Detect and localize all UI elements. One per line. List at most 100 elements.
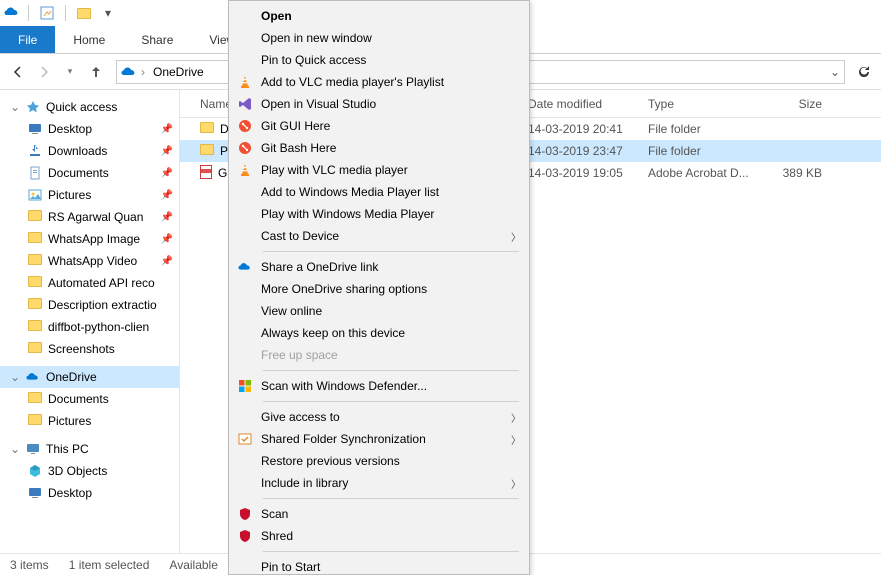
column-type[interactable]: Type — [640, 97, 760, 111]
tree-item[interactable]: diffbot-python-clien — [0, 316, 179, 338]
tree-item-label: diffbot-python-clien — [48, 320, 179, 334]
blank-icon — [235, 228, 255, 244]
context-menu-item[interactable]: Shared Folder Synchronization 〉 — [229, 428, 529, 450]
context-menu-label: Open in new window — [261, 31, 521, 45]
tree-this-pc[interactable]: ⌄ This PC — [0, 438, 179, 460]
tree-item[interactable]: Desktop — [0, 482, 179, 504]
tree-item-label: 3D Objects — [48, 464, 179, 478]
file-type: File folder — [640, 122, 760, 136]
context-menu-item[interactable]: Add to Windows Media Player list — [229, 181, 529, 203]
address-dropdown-icon[interactable]: ⌄ — [830, 65, 840, 79]
context-menu-label: Give access to — [261, 410, 511, 424]
file-type: File folder — [640, 144, 760, 158]
context-menu-item[interactable]: Share a OneDrive link — [229, 256, 529, 278]
tree-item-label: Pictures — [48, 188, 155, 202]
folder-icon — [28, 298, 42, 312]
documents-icon — [28, 166, 42, 180]
tree-item[interactable]: Documents — [0, 388, 179, 410]
context-menu-item[interactable]: Always keep on this device — [229, 322, 529, 344]
blank-icon — [235, 303, 255, 319]
tree-item[interactable]: WhatsApp Video 📌 — [0, 250, 179, 272]
tree-item[interactable]: Description extractio — [0, 294, 179, 316]
git-icon — [235, 140, 255, 156]
context-menu-item[interactable]: Git Bash Here — [229, 137, 529, 159]
vlc-icon — [235, 74, 255, 90]
tree-quick-access[interactable]: ⌄ Quick access — [0, 96, 179, 118]
tab-home[interactable]: Home — [55, 26, 123, 53]
breadcrumb-location[interactable]: OneDrive — [149, 65, 208, 79]
context-menu-item[interactable]: Pin to Start — [229, 556, 529, 575]
context-menu-item[interactable]: Play with Windows Media Player — [229, 203, 529, 225]
tree-item[interactable]: WhatsApp Image 📌 — [0, 228, 179, 250]
tree-onedrive[interactable]: ⌄ OneDrive — [0, 366, 179, 388]
context-menu-item[interactable]: Give access to 〉 — [229, 406, 529, 428]
refresh-button[interactable] — [853, 61, 875, 83]
context-menu-item[interactable]: View online — [229, 300, 529, 322]
tree-item[interactable]: Screenshots — [0, 338, 179, 360]
tree-item[interactable]: RS Agarwal Quan 📌 — [0, 206, 179, 228]
folder-icon — [200, 122, 214, 136]
context-menu-separator — [263, 370, 519, 371]
context-menu-label: Play with Windows Media Player — [261, 207, 521, 221]
downloads-icon — [28, 144, 42, 158]
context-menu-item[interactable]: Cast to Device 〉 — [229, 225, 529, 247]
context-menu-item[interactable]: Scan — [229, 503, 529, 525]
blank-icon — [235, 409, 255, 425]
defender-icon — [235, 378, 255, 394]
tree-item[interactable]: Automated API reco — [0, 272, 179, 294]
context-menu-item[interactable]: Restore previous versions — [229, 450, 529, 472]
expand-icon[interactable]: ⌄ — [10, 442, 20, 456]
context-menu-item[interactable]: Include in library 〉 — [229, 472, 529, 494]
chevron-right-icon: 〉 — [511, 432, 521, 447]
context-menu-item[interactable]: Shred — [229, 525, 529, 547]
context-menu-item[interactable]: Add to VLC media player's Playlist — [229, 71, 529, 93]
tree-item[interactable]: Downloads 📌 — [0, 140, 179, 162]
blank-icon — [235, 30, 255, 46]
tree-item-label: Description extractio — [48, 298, 179, 312]
context-menu-item[interactable]: Open in new window — [229, 27, 529, 49]
context-menu-item[interactable]: More OneDrive sharing options — [229, 278, 529, 300]
tab-share[interactable]: Share — [123, 26, 191, 53]
tree-item-label: Desktop — [48, 122, 155, 136]
context-menu-item[interactable]: Scan with Windows Defender... — [229, 375, 529, 397]
qat-newfolder-icon[interactable] — [74, 3, 94, 23]
column-size[interactable]: Size — [760, 97, 830, 111]
tree-item-label: WhatsApp Image — [48, 232, 155, 246]
expand-icon[interactable]: ⌄ — [10, 370, 20, 384]
context-menu-item[interactable]: Play with VLC media player — [229, 159, 529, 181]
context-menu-label: Git Bash Here — [261, 141, 521, 155]
tree-item[interactable]: Desktop 📌 — [0, 118, 179, 140]
tree-item[interactable]: Pictures — [0, 410, 179, 432]
tab-file[interactable]: File — [0, 26, 55, 53]
onedrive-icon — [26, 370, 40, 384]
tree-item[interactable]: Documents 📌 — [0, 162, 179, 184]
file-name: G — [218, 166, 227, 180]
nav-forward-button[interactable] — [32, 60, 56, 84]
tree-item-label: Automated API reco — [48, 276, 179, 290]
qat-properties-icon[interactable] — [37, 3, 57, 23]
column-date[interactable]: Date modified — [520, 97, 640, 111]
context-menu-item[interactable]: Git GUI Here — [229, 115, 529, 137]
folder-icon — [28, 276, 42, 290]
expand-icon[interactable]: ⌄ — [10, 100, 20, 114]
quick-access-toolbar: ▾ — [24, 3, 118, 23]
tree-item[interactable]: 3D Objects — [0, 460, 179, 482]
chevron-right-icon: 〉 — [511, 229, 521, 244]
blank-icon — [235, 184, 255, 200]
context-menu-item[interactable]: Open in Visual Studio — [229, 93, 529, 115]
context-menu-label: More OneDrive sharing options — [261, 282, 521, 296]
folder-icon — [28, 320, 42, 334]
blank-icon — [235, 325, 255, 341]
nav-up-button[interactable] — [84, 60, 108, 84]
folder-icon — [28, 342, 42, 356]
pin-icon: 📌 — [161, 212, 173, 223]
chevron-right-icon[interactable]: › — [141, 65, 145, 79]
context-menu-item[interactable]: Open — [229, 5, 529, 27]
blank-icon — [235, 453, 255, 469]
tree-item[interactable]: Pictures 📌 — [0, 184, 179, 206]
nav-recent-dropdown[interactable]: ▾ — [58, 60, 82, 84]
status-availability: Available — [169, 558, 217, 572]
qat-dropdown-icon[interactable]: ▾ — [98, 3, 118, 23]
context-menu-item[interactable]: Pin to Quick access — [229, 49, 529, 71]
nav-back-button[interactable] — [6, 60, 30, 84]
